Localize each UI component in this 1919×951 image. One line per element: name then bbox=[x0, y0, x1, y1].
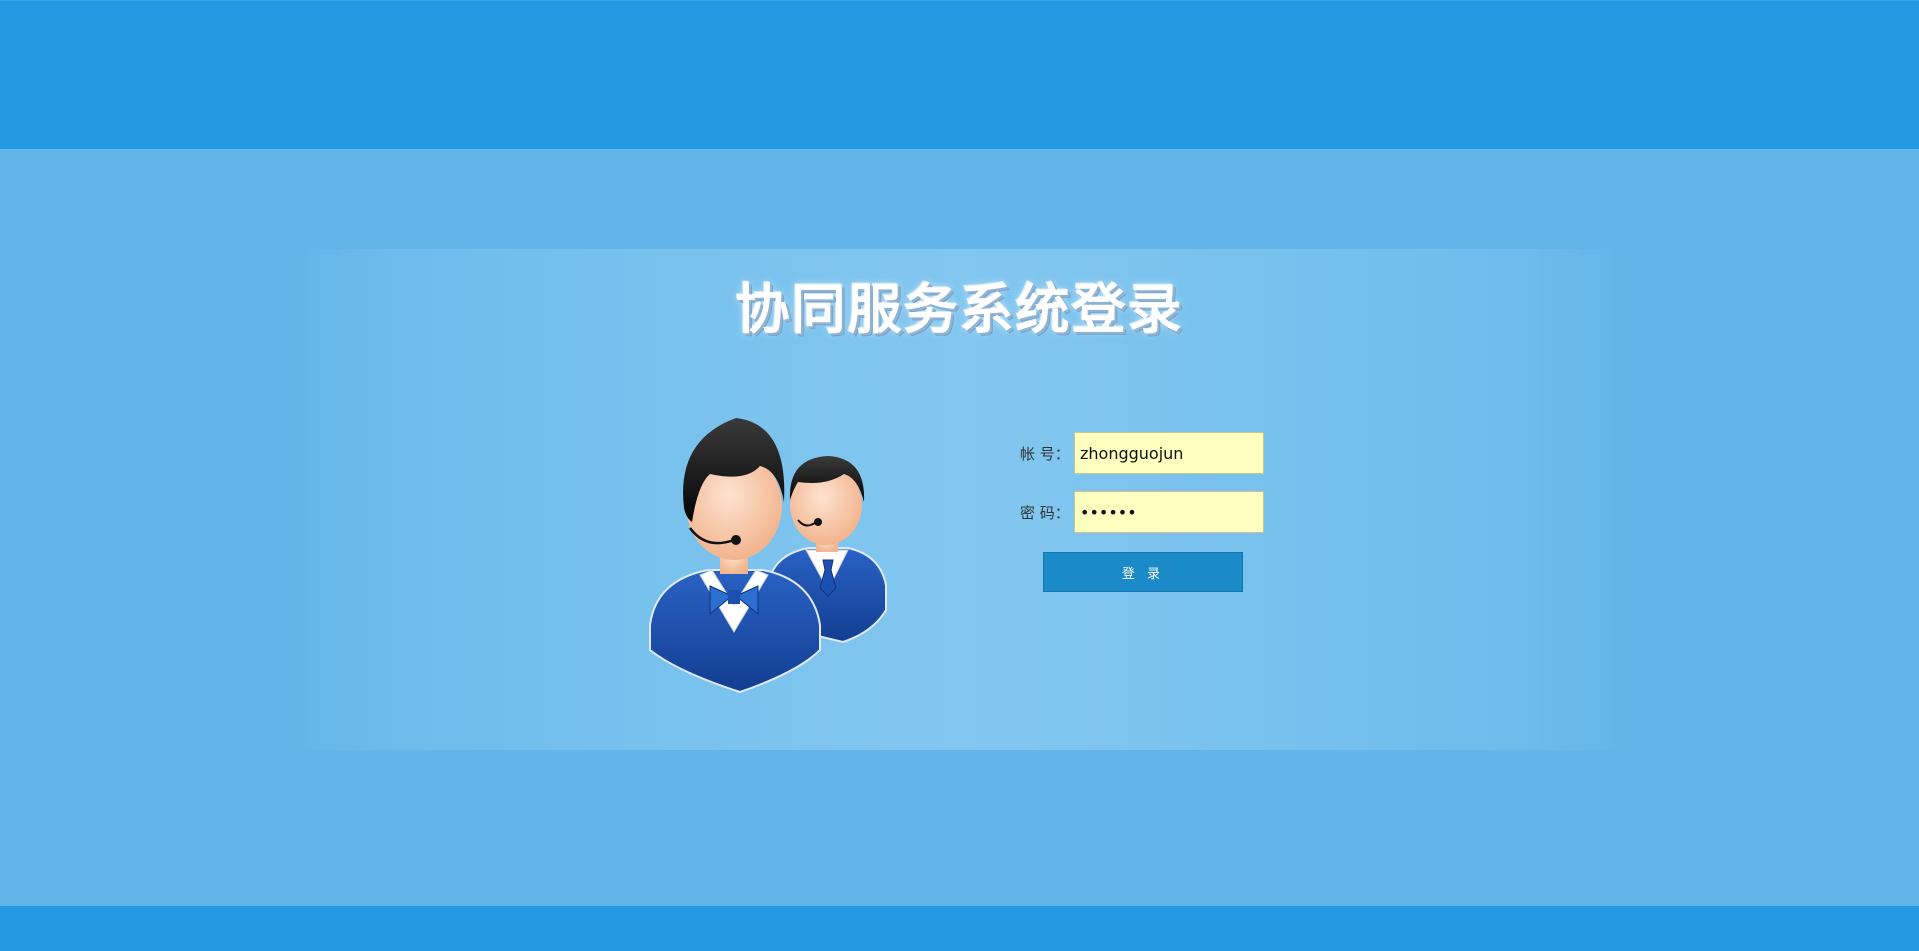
footer-band bbox=[0, 906, 1919, 951]
login-page: 协同服务系统登录 帐 号： zhongguojun 密 码： •••••• 登 … bbox=[0, 0, 1919, 951]
account-label: 帐 号： bbox=[1020, 445, 1070, 463]
password-input[interactable] bbox=[1074, 491, 1264, 533]
password-row: 密 码： bbox=[1000, 491, 1300, 533]
account-input[interactable] bbox=[1074, 432, 1264, 474]
login-button[interactable]: 登 录 bbox=[1043, 552, 1243, 592]
header-band bbox=[0, 0, 1919, 149]
account-row: 帐 号： bbox=[1000, 432, 1300, 474]
page-title: 协同服务系统登录 bbox=[735, 278, 1184, 341]
password-label: 密 码： bbox=[1020, 504, 1070, 522]
customer-service-agents-icon bbox=[648, 410, 918, 700]
